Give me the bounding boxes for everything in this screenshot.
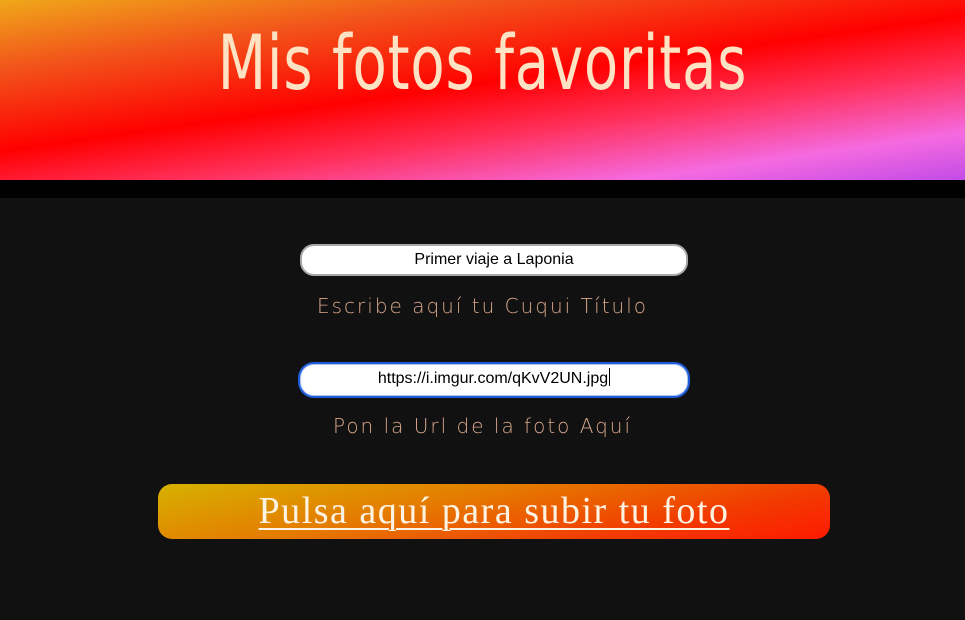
url-input[interactable]: https://i.imgur.com/qKvV2UN.jpg <box>298 362 690 398</box>
upload-button[interactable]: Pulsa aquí para subir tu foto <box>158 484 830 539</box>
url-hint: Pon la Url de la foto Aquí <box>332 414 633 438</box>
photo-form: Primer viaje a Laponia Escribe aquí tu C… <box>0 198 965 620</box>
header-divider <box>0 180 965 198</box>
page-title: Mis fotos favoritas <box>217 18 748 107</box>
title-input-value: Primer viaje a Laponia <box>414 251 574 268</box>
upload-button-label: Pulsa aquí para subir tu foto <box>258 490 730 532</box>
text-caret <box>609 368 611 386</box>
title-hint: Escribe aquí tu Cuqui Título <box>317 294 648 318</box>
url-input-value: https://i.imgur.com/qKvV2UN.jpg <box>377 370 609 387</box>
title-input[interactable]: Primer viaje a Laponia <box>300 244 688 276</box>
header-banner: Mis fotos favoritas <box>0 0 965 180</box>
